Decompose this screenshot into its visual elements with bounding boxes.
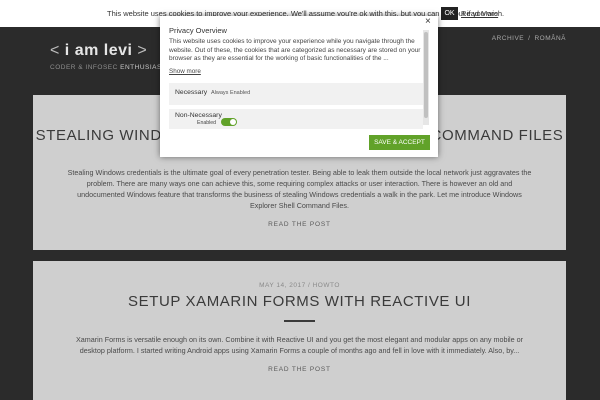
- top-nav: ARCHIVE / ROMÂNĂ: [492, 35, 566, 42]
- non-necessary-label: Non-Necessary: [175, 112, 222, 119]
- post-title[interactable]: SETUP XAMARIN FORMS WITH REACTIVE UI: [33, 293, 566, 310]
- read-post-link[interactable]: READ THE POST: [33, 366, 566, 373]
- logo-prefix: <: [50, 42, 65, 59]
- non-necessary-status: Enabled: [197, 120, 217, 126]
- modal-body-text: This website uses cookies to improve you…: [169, 38, 421, 62]
- read-post-link[interactable]: READ THE POST: [33, 221, 566, 228]
- show-more-link[interactable]: Show more: [169, 68, 201, 75]
- title-divider: [284, 320, 315, 322]
- cookie-category-necessary[interactable]: Necessary Always Enabled: [169, 83, 423, 105]
- post-excerpt: Xamarin Forms is versatile enough on its…: [75, 335, 524, 355]
- nav-item-archive[interactable]: ARCHIVE: [492, 35, 524, 42]
- nav-separator: /: [528, 35, 531, 42]
- save-accept-button[interactable]: SAVE & ACCEPT: [369, 135, 430, 150]
- necessary-status: Always Enabled: [211, 90, 251, 96]
- nav-item-language[interactable]: ROMÂNĂ: [534, 35, 566, 42]
- cookie-ok-button[interactable]: OK: [441, 7, 458, 20]
- cookie-read-more-link[interactable]: Read More: [461, 9, 498, 18]
- necessary-label: Necessary: [175, 89, 208, 96]
- close-icon[interactable]: ×: [425, 17, 431, 27]
- category-label: Necessary Always Enabled: [175, 89, 250, 96]
- non-necessary-toggle[interactable]: [221, 118, 237, 126]
- site-tagline: CODER & INFOSEC ENTHUSIAST: [50, 64, 166, 71]
- post-card: MAY 14, 2017 / HOWTO SETUP XAMARIN FORMS…: [33, 261, 566, 400]
- logo-name: i am levi: [64, 42, 133, 59]
- cookie-category-non-necessary[interactable]: Non-Necessary Enabled: [169, 109, 423, 129]
- post-meta: MAY 14, 2017 / HOWTO: [259, 282, 340, 289]
- modal-title: Privacy Overview: [169, 26, 227, 35]
- logo-suffix: >: [132, 42, 148, 59]
- site-logo[interactable]: < i am levi >: [50, 42, 147, 60]
- modal-scrollbar[interactable]: [423, 30, 429, 125]
- post-excerpt: Stealing Windows credentials is the ulti…: [67, 168, 532, 210]
- scrollbar-thumb[interactable]: [424, 32, 428, 118]
- tagline-prefix: CODER & INFOSEC: [50, 64, 121, 71]
- privacy-overview-modal: Privacy Overview × This website uses coo…: [160, 16, 438, 157]
